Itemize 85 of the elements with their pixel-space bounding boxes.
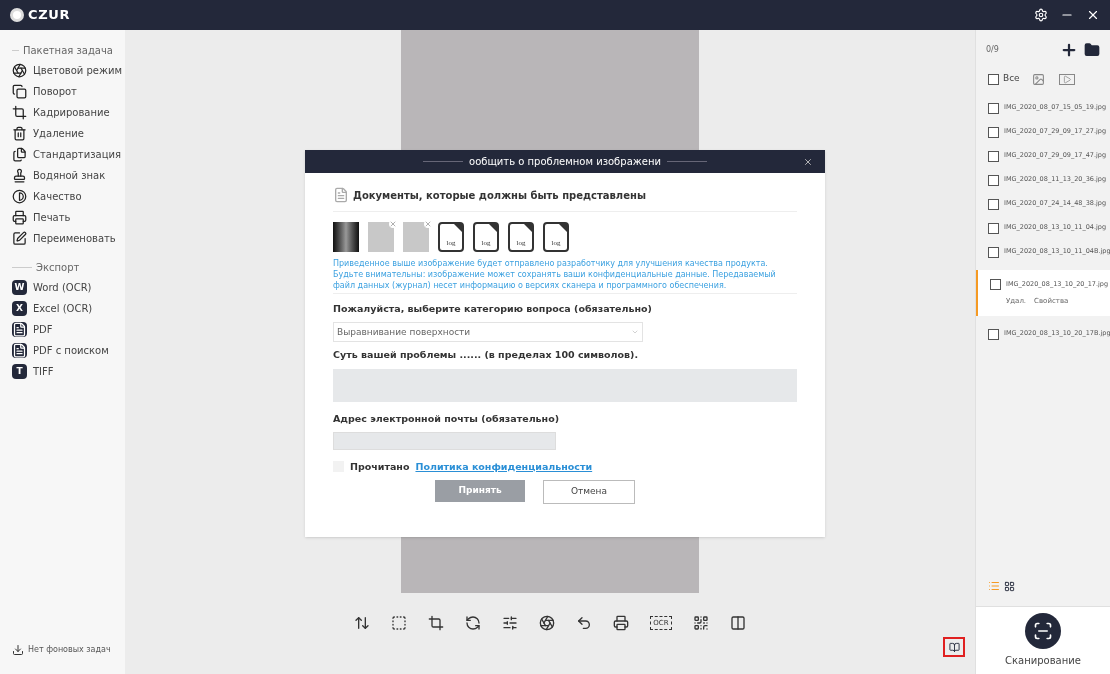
dashed-square-icon[interactable] bbox=[391, 615, 408, 631]
status-text: Нет фоновых задач bbox=[28, 644, 111, 656]
section-title: Экспорт bbox=[36, 260, 80, 275]
book-icon bbox=[948, 641, 960, 653]
image-thumbnail bbox=[403, 222, 429, 252]
checkbox[interactable] bbox=[988, 246, 999, 258]
category-select[interactable]: Выравнивание поверхности bbox=[333, 322, 643, 343]
files-icon bbox=[12, 147, 27, 162]
sidebar-item[interactable]: TIFF bbox=[33, 364, 54, 379]
privacy-policy-link[interactable]: Политика конфиденциальности bbox=[415, 459, 593, 474]
scan-button[interactable] bbox=[1025, 613, 1061, 649]
file-counter: 0/9 bbox=[986, 44, 999, 56]
sidebar-item[interactable]: Переименовать bbox=[33, 231, 116, 246]
logo: CZUR bbox=[28, 6, 71, 25]
field-label: Пожалуйста, выберите категорию вопроса (обязательно) bbox=[333, 302, 653, 316]
scan-label: Сканирование bbox=[1005, 654, 1081, 668]
sidebar-item[interactable]: Excel (OCR) bbox=[33, 301, 93, 316]
grid-view-icon[interactable] bbox=[1004, 580, 1015, 592]
printer-icon[interactable] bbox=[613, 615, 630, 631]
image-icon[interactable] bbox=[1031, 72, 1045, 86]
file-type-badge: T bbox=[12, 364, 27, 379]
close-icon[interactable] bbox=[1086, 8, 1100, 22]
sidebar-item[interactable]: Водяной знак bbox=[33, 168, 106, 183]
stamp-icon bbox=[12, 168, 27, 183]
scan-icon bbox=[1033, 621, 1053, 641]
folder-icon[interactable] bbox=[1084, 42, 1100, 58]
sidebar-item[interactable]: Качество bbox=[33, 189, 82, 204]
field-label: Адрес электронной почты (обязательно) bbox=[333, 411, 561, 426]
feedback-button[interactable] bbox=[943, 637, 965, 657]
sidebar-item[interactable]: Стандартизация bbox=[33, 147, 121, 162]
copy-icon bbox=[12, 84, 27, 99]
pdf-file-icon bbox=[12, 322, 27, 337]
sidebar-item[interactable]: Кадрирование bbox=[33, 105, 110, 120]
field-label: Суть вашей проблемы ...... (в пределах 100 символов). bbox=[333, 348, 640, 363]
checkbox[interactable] bbox=[988, 126, 999, 138]
printer-icon bbox=[12, 210, 27, 225]
cancel-button[interactable]: Отмена bbox=[543, 480, 635, 504]
contrast-icon bbox=[12, 189, 27, 204]
add-icon[interactable] bbox=[1060, 41, 1078, 59]
aperture-icon[interactable] bbox=[539, 615, 556, 631]
agree-text: Прочитано bbox=[350, 459, 410, 474]
image-thumbnail bbox=[333, 222, 359, 252]
qr-code-icon[interactable] bbox=[692, 615, 709, 631]
rotate-icon[interactable] bbox=[465, 615, 482, 631]
download-icon bbox=[12, 644, 24, 656]
edit-icon bbox=[12, 231, 27, 246]
sidebar-item[interactable]: PDF bbox=[33, 322, 53, 337]
document-icon bbox=[333, 187, 349, 203]
play-icon[interactable] bbox=[1058, 73, 1075, 85]
checkbox[interactable] bbox=[988, 73, 999, 85]
dialog-title: ообщить о проблемном изображени bbox=[469, 155, 661, 169]
close-icon[interactable] bbox=[803, 156, 813, 167]
notice-text: Будьте внимательны: изображение может сохранять ваши конфиденциальные данные. Передаваемый файл данных (журнал) несет информацию о версиях сканера и программного обеспечения. bbox=[333, 269, 777, 291]
resize-icon[interactable] bbox=[354, 615, 371, 631]
crop-icon bbox=[12, 105, 27, 120]
logo-icon bbox=[10, 8, 24, 22]
sidebar-item[interactable]: Печать bbox=[33, 210, 71, 225]
sliders-icon[interactable] bbox=[502, 615, 519, 631]
section-heading: Документы, которые должны быть представлены bbox=[353, 188, 646, 203]
pdf-file-icon bbox=[12, 343, 27, 358]
checkbox[interactable] bbox=[988, 328, 999, 340]
email-field[interactable] bbox=[333, 431, 556, 450]
file-type-badge: X bbox=[12, 301, 27, 316]
checkbox[interactable] bbox=[988, 198, 999, 210]
checkbox[interactable] bbox=[988, 174, 999, 186]
checkbox[interactable] bbox=[988, 102, 999, 114]
settings-icon[interactable] bbox=[1034, 8, 1048, 22]
sidebar-item[interactable]: Word (OCR) bbox=[33, 280, 92, 295]
sidebar-item[interactable]: Поворот bbox=[33, 84, 77, 99]
undo-icon[interactable] bbox=[576, 615, 593, 631]
notice-text: Приведенное выше изображение будет отправлено разработчику для улучшения качества продукта. bbox=[333, 258, 769, 269]
sidebar-item[interactable]: Удаление bbox=[33, 126, 84, 141]
select-all-label[interactable]: Все bbox=[1003, 72, 1020, 86]
split-icon[interactable] bbox=[729, 615, 746, 631]
file-type-badge: W bbox=[12, 280, 27, 295]
trash-icon bbox=[12, 126, 27, 141]
crop-icon[interactable] bbox=[428, 615, 445, 631]
sidebar-item[interactable]: Цветовой режим bbox=[33, 63, 122, 78]
checkbox[interactable] bbox=[988, 222, 999, 234]
section-title: Пакетная задача bbox=[22, 43, 113, 58]
image-thumbnail bbox=[368, 222, 394, 252]
sidebar-item[interactable]: PDF с поиском bbox=[33, 343, 109, 358]
checkbox[interactable] bbox=[990, 279, 1001, 291]
checkbox[interactable] bbox=[988, 150, 999, 162]
aperture-icon bbox=[12, 63, 27, 78]
